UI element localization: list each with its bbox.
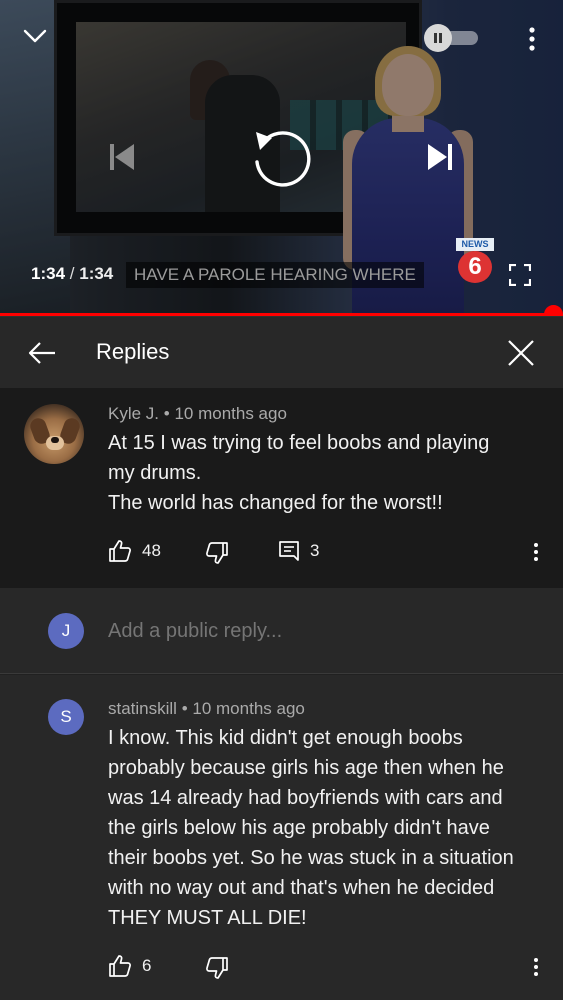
reply-comment: S statinskill • 10 months ago I know. Th… (0, 675, 563, 1000)
duration: 1:34 (79, 264, 114, 283)
meta-dot: • (181, 699, 188, 718)
meta-dot: • (163, 404, 170, 423)
thumb-up-icon (109, 955, 131, 977)
autoplay-toggle[interactable] (424, 24, 482, 52)
previous-button[interactable] (100, 135, 144, 179)
panel-title: Replies (96, 339, 170, 364)
fullscreen-icon (509, 264, 531, 286)
comment-line: their boobs yet. So he was stuck in a si… (108, 847, 514, 869)
comment-time: 10 months ago (174, 404, 287, 423)
player-more-button[interactable] (516, 22, 548, 56)
thumb-up-icon (109, 540, 131, 562)
like-button[interactable]: 6 (108, 951, 151, 981)
skip-previous-icon (110, 144, 134, 170)
closed-caption: HAVE A PAROLE HEARING WHERE (126, 262, 424, 288)
reply-input-row: J (0, 588, 563, 674)
like-count: 6 (142, 956, 152, 975)
channel-logo-number: 6 (458, 251, 492, 283)
more-vert-icon (534, 543, 538, 561)
current-time: 1:34 (31, 264, 66, 283)
video-player[interactable]: 1:34 / 1:34 HAVE A PAROLE HEARING WHERE … (0, 0, 563, 316)
comment-author[interactable]: statinskill (108, 699, 177, 718)
next-button[interactable] (418, 135, 462, 179)
replies-header: Replies (0, 316, 563, 388)
thumb-down-icon (206, 542, 228, 564)
parent-comment: Kyle J. • 10 months ago At 15 I was tryi… (0, 388, 563, 588)
comment-line: the girls below his age probably didn't … (108, 817, 490, 839)
comment-more-button[interactable] (526, 953, 546, 981)
video-time: 1:34 / 1:34 (31, 264, 113, 284)
pause-icon (434, 33, 442, 43)
avatar[interactable] (24, 404, 84, 464)
like-button[interactable]: 48 (108, 536, 161, 566)
comment-line: probably because girls his age then when… (108, 757, 504, 779)
close-icon (508, 340, 534, 366)
thumb-down-icon (206, 957, 228, 979)
comment-more-button[interactable] (526, 538, 546, 566)
chevron-down-icon (23, 29, 47, 43)
channel-logo-tag: NEWS (456, 238, 494, 251)
replies-count: 3 (310, 541, 320, 560)
comment-line: was 14 already had boyfriends with cars … (108, 787, 503, 809)
reply-input[interactable] (108, 616, 528, 646)
dislike-button[interactable] (205, 953, 229, 983)
collapse-button[interactable] (18, 22, 52, 50)
comment-time: 10 months ago (192, 699, 305, 718)
time-separator: / (69, 264, 75, 283)
replay-icon (255, 131, 311, 187)
comment-line: I know. This kid didn't get enough boobs (108, 727, 463, 749)
comment-line: THEY MUST ALL DIE! (108, 907, 307, 929)
close-button[interactable] (500, 332, 542, 374)
like-count: 48 (142, 541, 161, 560)
channel-logo: NEWS 6 (456, 238, 496, 284)
comment-body: I know. This kid didn't get enough boobs… (108, 723, 548, 933)
dislike-button[interactable] (205, 538, 229, 568)
more-vert-icon (529, 27, 535, 51)
avatar[interactable]: J (48, 613, 84, 649)
fullscreen-button[interactable] (502, 260, 538, 290)
avatar[interactable]: S (48, 699, 84, 735)
comment-line: my drums. (108, 462, 202, 484)
back-button[interactable] (22, 335, 62, 371)
comment-line: with no way out and that's when he decid… (108, 877, 495, 899)
more-vert-icon (534, 958, 538, 976)
comment-line: The world has changed for the worst!! (108, 492, 443, 514)
skip-next-icon (428, 144, 452, 170)
replies-count-button[interactable]: 3 (278, 536, 319, 566)
comment-meta: Kyle J. • 10 months ago (108, 404, 287, 424)
comment-meta: statinskill • 10 months ago (108, 699, 305, 719)
autoplay-knob (424, 24, 452, 52)
comment-author[interactable]: Kyle J. (108, 404, 159, 423)
arrow-back-icon (28, 342, 55, 364)
comment-line: At 15 I was trying to feel boobs and pla… (108, 432, 490, 454)
replay-button[interactable] (244, 122, 318, 196)
comment-body: At 15 I was trying to feel boobs and pla… (108, 428, 548, 518)
avatar-dog-nose (51, 437, 59, 443)
comment-icon (279, 541, 299, 561)
